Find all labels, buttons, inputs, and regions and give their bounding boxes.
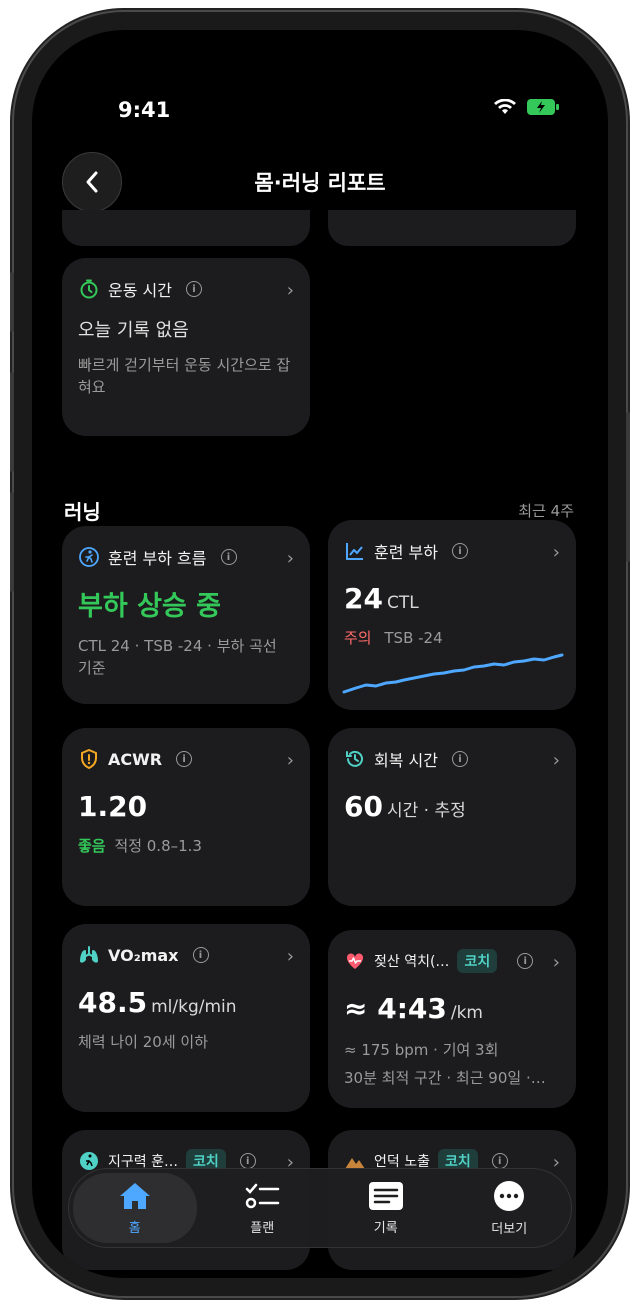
load-sparkline	[342, 653, 564, 694]
vo2-unit: ml/kg/min	[151, 997, 237, 1017]
action-button	[10, 492, 14, 592]
info-icon[interactable]: i	[220, 549, 237, 565]
volume-down-button	[10, 372, 14, 472]
acwr-status-row: 좋음 적정 0.8–1.3	[78, 835, 294, 856]
chevron-right-icon: ›	[286, 548, 294, 569]
card-desc: 빠르게 걷기부터 운동 시간으로 잡혀요	[78, 356, 291, 396]
section-title: 러닝	[64, 500, 101, 524]
volume-up-button	[10, 272, 14, 332]
card-header: 운동 시간 i ›	[78, 276, 294, 302]
tab-home[interactable]: 홈	[73, 1173, 197, 1243]
chevron-right-icon: ›	[552, 542, 560, 563]
page-title: 몸·러닝 리포트	[254, 171, 386, 195]
runner-icon	[78, 546, 100, 568]
metric-value: ≈ 4:43/km	[344, 992, 560, 1025]
card-title: 훈련 부하 흐름	[108, 549, 207, 568]
ctl-unit: CTL	[386, 593, 419, 613]
metric-value: 48.5 ml/kg/min	[78, 986, 294, 1019]
lungs-icon	[78, 944, 100, 966]
card-title: 젖산 역치(…	[374, 954, 450, 970]
power-button	[626, 412, 630, 562]
acwr-card[interactable]: ACWR i › 1.20 좋음 적정 0.8–1.3	[62, 728, 310, 906]
card-header: ACWR i ›	[78, 746, 294, 772]
tab-label: 홈	[128, 1220, 141, 1236]
card-top-left-partial[interactable]	[62, 210, 310, 246]
plan-list-icon	[246, 1183, 280, 1208]
acwr-value: 1.20	[78, 790, 148, 823]
status-good: 좋음	[78, 837, 106, 855]
card-header: VO₂max i ›	[78, 942, 294, 968]
info-icon[interactable]: i	[517, 953, 534, 969]
card-header: 훈련 부하 흐름 i ›	[78, 544, 294, 570]
chevron-right-icon: ›	[286, 750, 294, 771]
tab-bar: 홈 플랜 기록 더보기	[68, 1168, 572, 1248]
tab-label: 플랜	[250, 1220, 275, 1236]
load-flow-card[interactable]: 훈련 부하 흐름 i › 부하 상승 중 CTL 24 · TSB -24 · …	[62, 526, 310, 704]
card-title: 운동 시간	[108, 281, 172, 300]
card-top-right-partial[interactable]	[328, 210, 576, 246]
card-main-text: 오늘 기록 없음	[78, 320, 189, 341]
chevron-right-icon: ›	[552, 952, 560, 973]
info-icon[interactable]: i	[176, 751, 193, 767]
chevron-right-icon: ›	[286, 280, 294, 301]
recovery-unit: 시간 · 추정	[386, 801, 466, 821]
tab-record[interactable]: 기록	[324, 1169, 448, 1247]
tab-more[interactable]: 더보기	[448, 1169, 572, 1247]
trend-chart-icon	[344, 540, 366, 562]
tab-plan[interactable]: 플랜	[201, 1169, 325, 1247]
ctl-value: 24	[344, 582, 383, 615]
status-icons	[494, 98, 560, 116]
exercise-time-card[interactable]: 운동 시간 i › 오늘 기록 없음 빠르게 걷기부터 운동 시간으로 잡혀요	[62, 258, 310, 436]
metric-value: 24 CTL	[344, 582, 560, 615]
section-period: 최근 4주	[518, 502, 574, 520]
load-flow-status: 부하 상승 중	[78, 591, 221, 622]
vo2-value: 48.5	[78, 986, 148, 1019]
card-header: 회복 시간 i ›	[344, 746, 560, 772]
pace-unit: /km	[450, 1003, 483, 1023]
coach-badge: 코치	[457, 949, 498, 973]
info-icon[interactable]: i	[491, 1153, 508, 1169]
card-title: VO₂max	[108, 945, 179, 965]
training-load-card[interactable]: 훈련 부하 i › 24 CTL 주의 TSB -24	[328, 520, 576, 710]
vo2max-card[interactable]: VO₂max i › 48.5 ml/kg/min 체력 나이 20세 이하	[62, 924, 310, 1112]
shield-alert-icon	[78, 748, 100, 770]
heart-pulse-icon	[344, 950, 366, 972]
home-icon	[119, 1182, 150, 1209]
recovery-value: 60	[344, 790, 383, 823]
card-header: 젖산 역치(… 코치 i ›	[344, 948, 560, 974]
info-icon[interactable]: i	[192, 947, 209, 963]
chevron-right-icon: ›	[286, 946, 294, 967]
status-time: 9:41	[118, 98, 171, 122]
card-desc: CTL 24 · TSB -24 · 부하 곡선 기준	[78, 637, 277, 677]
metric-value: 60 시간 · 추정	[344, 790, 560, 823]
card-desc: 체력 나이 20세 이하	[78, 1033, 208, 1051]
recovery-card[interactable]: 회복 시간 i › 60 시간 · 추정	[328, 728, 576, 906]
lactate-line1: ≈ 175 bpm · 기여 3회	[344, 1041, 499, 1059]
recovery-clock-icon	[344, 748, 366, 770]
info-icon[interactable]: i	[451, 543, 468, 559]
lactate-line2: 30분 최적 구간 · 최근 90일 ·…	[344, 1069, 546, 1087]
info-icon[interactable]: i	[451, 751, 468, 767]
screen: 9:41 몸·러닝 리포트 운동 시간 i › 오늘 기록 없음 빠르게 걷기부…	[32, 30, 608, 1278]
timer-icon	[78, 278, 100, 300]
pace-value: ≈ 4:43	[344, 992, 447, 1025]
lactate-threshold-card[interactable]: 젖산 역치(… 코치 i › ≈ 4:43/km ≈ 175 bpm · 기여 …	[328, 930, 576, 1108]
card-header: 훈련 부하 i ›	[344, 538, 560, 564]
info-icon[interactable]: i	[239, 1153, 256, 1169]
info-icon[interactable]: i	[185, 281, 202, 297]
card-title: ACWR	[108, 749, 163, 769]
more-icon	[494, 1180, 525, 1211]
card-title: 회복 시간	[374, 751, 438, 770]
record-icon	[368, 1181, 403, 1210]
acwr-range: 적정 0.8–1.3	[114, 837, 202, 855]
tab-label: 더보기	[491, 1221, 528, 1237]
tab-label: 기록	[373, 1220, 398, 1236]
chevron-right-icon: ›	[552, 750, 560, 771]
battery-charging-icon	[527, 99, 559, 115]
wifi-icon	[494, 99, 516, 114]
card-title: 훈련 부하	[374, 543, 438, 562]
